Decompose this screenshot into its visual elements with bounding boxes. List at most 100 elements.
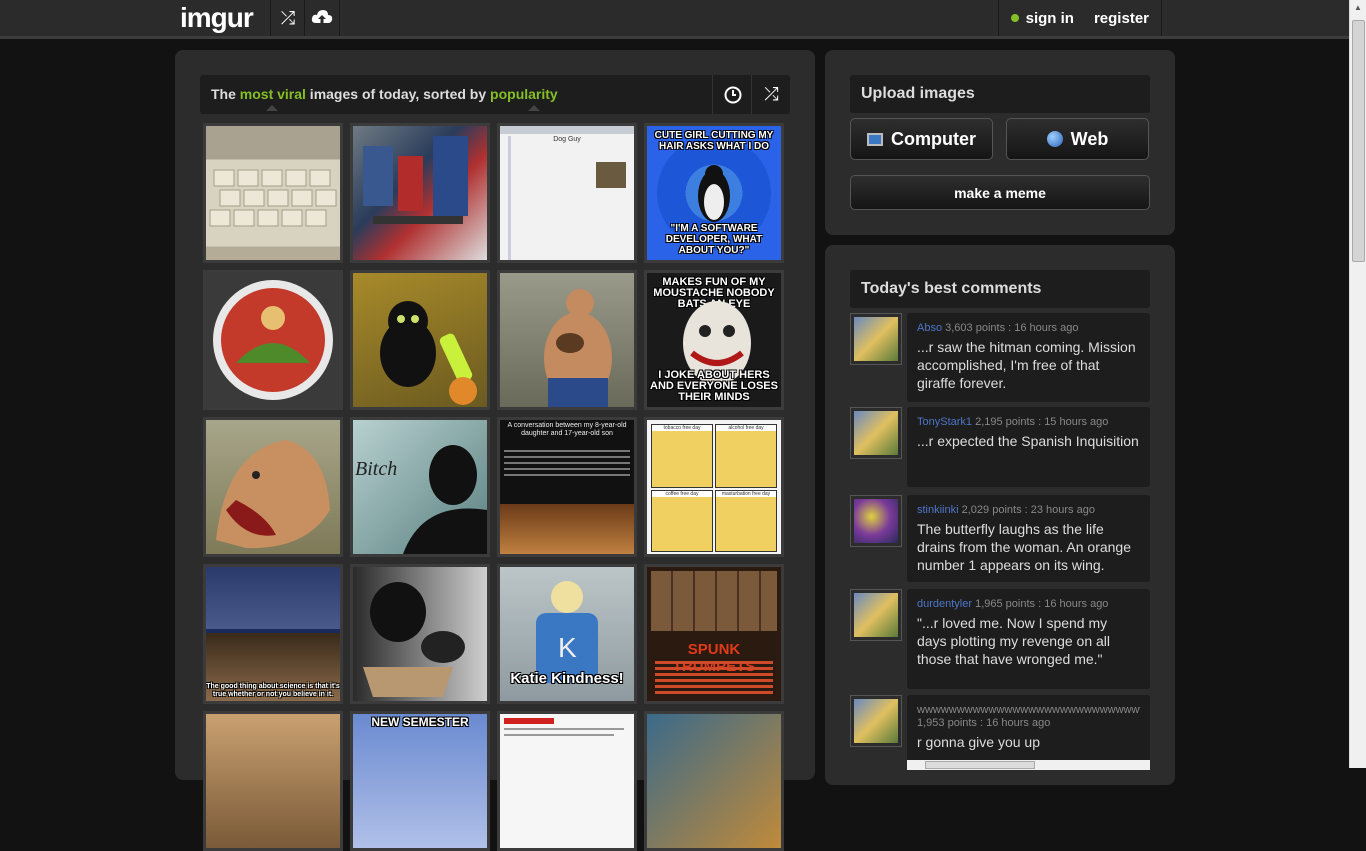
gallery-thumb[interactable]: The good thing about science is that it'… (203, 564, 343, 704)
upload-button[interactable] (304, 0, 340, 36)
comment-meta: TonyStark1 2,195 points : 15 hours ago (917, 416, 1140, 429)
comic-panel: coffee free day (651, 490, 713, 552)
gallery-thumb[interactable]: Dog Guy (497, 123, 637, 263)
comment-text[interactable]: "...r loved me. Now I spend my days plot… (917, 614, 1140, 668)
upload-web-label: Web (1070, 128, 1109, 149)
comments-panel: Today's best comments Abso 3,603 points … (825, 245, 1175, 785)
comment-horizontal-scrollbar[interactable] (907, 760, 1150, 770)
gallery-thumb[interactable] (350, 564, 490, 704)
poster-photos (651, 571, 777, 631)
gallery-thumb[interactable]: SPUNK TRUMPETS (644, 564, 784, 704)
imgur-logo[interactable]: imgur (180, 2, 254, 34)
random-gallery-button[interactable]: ⤮ (751, 75, 791, 114)
lioness-image (216, 440, 330, 549)
cartoon-image (500, 504, 634, 554)
divider (508, 136, 511, 260)
gallery-thumb[interactable] (203, 711, 343, 851)
comment-thumbnail[interactable] (850, 407, 902, 459)
comic-panel: masturbation free day (715, 490, 777, 552)
comment-body: TonyStark1 2,195 points : 15 hours ago .… (907, 407, 1150, 487)
make-meme-button[interactable]: make a meme (850, 175, 1150, 210)
comment-username[interactable]: stinkiinki (917, 504, 959, 516)
online-dot-icon (1010, 14, 1019, 22)
upload-computer-button[interactable]: Computer (850, 118, 993, 160)
comment-username[interactable]: TonyStark1 (917, 416, 972, 428)
comment-text[interactable]: r gonna give you up (917, 733, 1140, 751)
comic-panel: alcohol free day (715, 424, 777, 488)
street-photo-image (363, 136, 468, 224)
gallery-thumb[interactable] (497, 711, 637, 851)
svg-text:K: K (558, 632, 577, 663)
comment-text[interactable]: ...r expected the Spanish Inquisition (917, 432, 1140, 450)
cat-popsicle-image (380, 301, 477, 405)
comment-meta: Abso 3,603 points : 16 hours ago (917, 322, 1140, 335)
screenshot-line (504, 728, 624, 730)
page-scrollbar[interactable]: ▲ (1349, 0, 1366, 768)
random-button[interactable]: ⤮ (270, 0, 305, 36)
comment-points: 2,029 points : 23 hours ago (958, 504, 1095, 516)
comment-points: 2,195 points : 15 hours ago (972, 416, 1109, 428)
computer-icon (867, 132, 883, 146)
gallery-thumb[interactable] (644, 711, 784, 851)
comment-body: wwwwwwwwwwwwwwwwwwwwwwwwwwwwwwwwwwwww 1,… (907, 695, 1150, 765)
sort-viral-link[interactable]: most viral (240, 86, 306, 102)
shuffle-icon: ⤮ (280, 7, 296, 28)
thumbnail-image (854, 317, 898, 361)
comment-text[interactable]: ...r saw the hitman coming. Mission acco… (917, 338, 1140, 392)
gallery-header: The most viral images of today, sorted b… (200, 75, 790, 114)
gallery-title-text: The (211, 86, 240, 102)
clock-icon (724, 86, 741, 103)
poster-text (655, 661, 773, 697)
comment-points: 1,965 points : 16 hours ago (972, 598, 1109, 610)
panel-label: alcohol free day (716, 425, 776, 431)
gallery-thumb[interactable]: Bitch (350, 417, 490, 557)
sign-in-link[interactable]: sign in (1026, 10, 1074, 27)
dog-basket-image (363, 582, 465, 697)
gallery-thumb[interactable] (203, 123, 343, 263)
comment-points: 3,603 points : 16 hours ago (942, 322, 1079, 334)
gallery-thumb[interactable]: K Katie Kindness! (497, 564, 637, 704)
hairy-man-image (544, 289, 612, 407)
comment-thumbnail[interactable] (850, 495, 902, 547)
time-filter-button[interactable] (712, 75, 752, 114)
gallery-thumb[interactable]: MAKES FUN OF MY MOUSTACHE NOBODY BATS AN… (644, 270, 784, 410)
sort-popularity-link[interactable]: popularity (490, 86, 558, 102)
comic-panel: tobacco free day (651, 424, 713, 488)
comment-thumbnail[interactable] (850, 589, 902, 641)
scrollbar-thumb[interactable] (1352, 20, 1365, 262)
cloud-upload-icon (311, 10, 333, 25)
gallery-thumb[interactable] (497, 270, 637, 410)
gallery-title: The most viral images of today, sorted b… (211, 86, 558, 102)
meme-caption-top: NEW SEMESTER (371, 715, 469, 729)
comment-meta: durdentyler 1,965 points : 16 hours ago (917, 598, 1140, 611)
register-link[interactable]: register (1094, 10, 1149, 27)
gallery-thumb[interactable] (350, 123, 490, 263)
caret-icon (266, 105, 278, 111)
meme-caption-bottom: Katie Kindness! (510, 670, 624, 687)
screenshot-line (504, 734, 614, 736)
gallery-thumb[interactable] (350, 270, 490, 410)
upload-heading: Upload images (850, 75, 1150, 113)
thumbnail-image (854, 593, 898, 637)
gallery-thumb[interactable] (203, 270, 343, 410)
cake-image (213, 280, 333, 400)
comment-thumbnail[interactable] (850, 695, 902, 747)
gallery-thumb[interactable] (203, 417, 343, 557)
upload-web-button[interactable]: Web (1006, 118, 1149, 160)
meme-caption-bottom: The good thing about science is that it'… (206, 683, 340, 698)
scroll-up-icon[interactable]: ▲ (1350, 0, 1366, 16)
comment-text[interactable]: The butterfly laughs as the life drains … (917, 520, 1140, 574)
comment-thumbnail[interactable] (850, 313, 902, 365)
shuffle-icon: ⤮ (764, 84, 779, 104)
gallery-thumb[interactable]: CUTE GIRL CUTTING MY HAIR ASKS WHAT I DO… (644, 123, 784, 263)
comment-username[interactable]: Abso (917, 322, 942, 334)
tv-panel (206, 567, 340, 629)
gallery-thumb[interactable]: NEW SEMESTER (350, 711, 490, 851)
conversation-title: A conversation between my 8-year-old dau… (507, 422, 627, 437)
comment-username[interactable]: durdentyler (917, 598, 972, 610)
thumbnail-image (854, 699, 898, 743)
comment-username[interactable]: wwwwwwwwwwwwwwwwwwwwwwwwwwwwwwwwwwwww (917, 704, 1140, 717)
gallery-thumb[interactable]: A conversation between my 8-year-old dau… (497, 417, 637, 557)
gallery-thumb[interactable]: tobacco free day alcohol free day coffee… (644, 417, 784, 557)
comments-heading: Today's best comments (850, 270, 1150, 308)
